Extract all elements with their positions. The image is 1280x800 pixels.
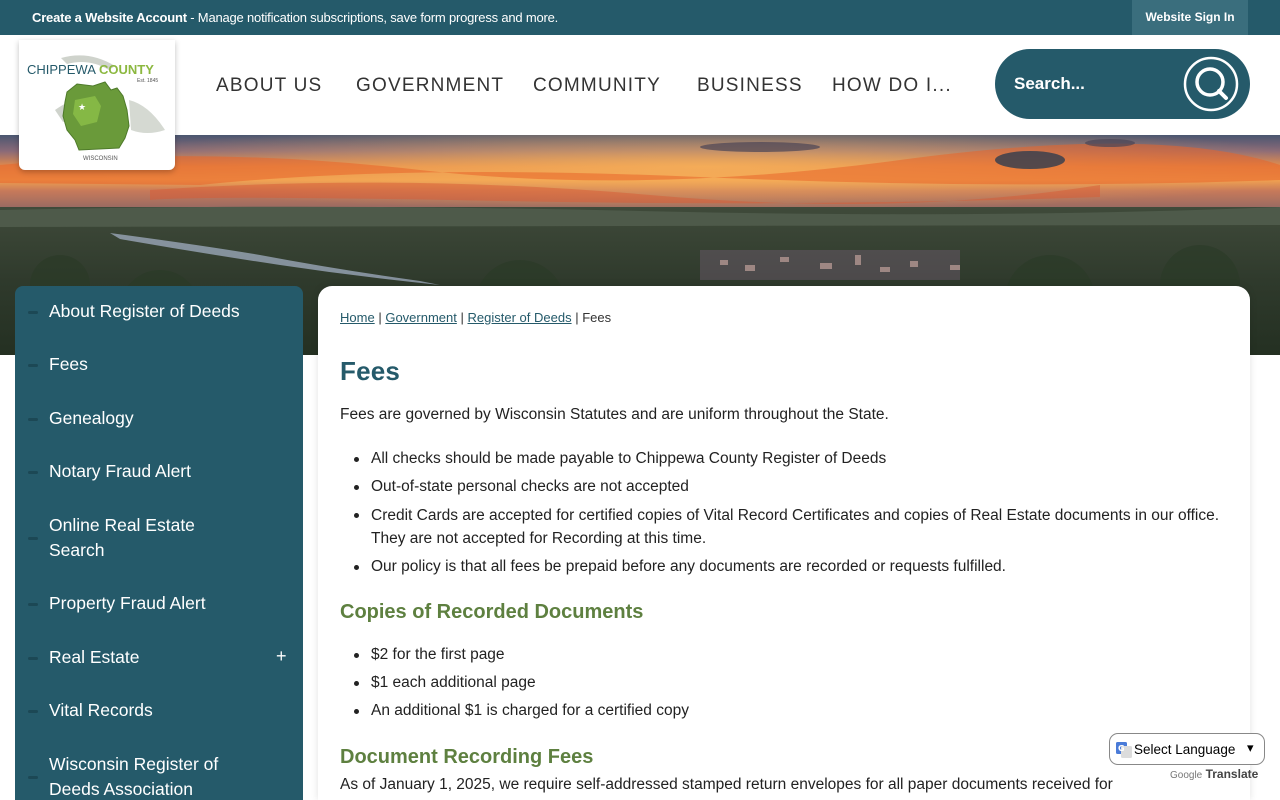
breadcrumb-government[interactable]: Government	[385, 310, 457, 325]
list-item: Credit Cards are accepted for certified …	[340, 504, 1230, 550]
svg-text:G: G	[1118, 744, 1125, 753]
wisconsin-map-logo: CHIPPEWA COUNTY Est. 1845 ★ WISCONSIN	[27, 55, 165, 162]
breadcrumb-separator: |	[378, 310, 382, 325]
sidebar-item-label: Wisconsin Register of Deeds Association	[49, 754, 219, 799]
expand-plus-icon[interactable]: +	[276, 647, 287, 665]
logo-state: WISCONSIN	[83, 156, 118, 162]
logo-name-left: CHIPPEWA	[27, 62, 96, 77]
intro-text: Fees are governed by Wisconsin Statutes …	[340, 406, 889, 423]
search-input[interactable]	[1014, 69, 1174, 99]
nav-government[interactable]: GOVERNMENT	[356, 75, 504, 96]
sidebar-bullet	[28, 418, 38, 421]
sidebar-nav: About Register of Deeds Fees Genealogy N…	[15, 286, 303, 800]
sidebar-bullet	[28, 657, 38, 660]
list-item: Our policy is that all fees be prepaid b…	[340, 556, 1230, 578]
breadcrumb-current: Fees	[582, 310, 612, 325]
sidebar-item-label: Vital Records	[49, 700, 153, 720]
sidebar-item-label: Notary Fraud Alert	[49, 461, 191, 481]
logo-name-right: COUNTY	[99, 62, 154, 77]
svg-text:★: ★	[78, 103, 86, 113]
sidebar-bullet	[28, 311, 38, 314]
chevron-down-icon: ▾	[1247, 740, 1254, 755]
top-bar: Create a Website Account - Manage notifi…	[0, 0, 1280, 35]
sidebar-item-label: Online Real Estate Search	[49, 515, 195, 560]
list-item: $2 for the first page	[340, 644, 1230, 666]
google-translate-icon: G	[1116, 742, 1132, 758]
recording-fees-heading: Document Recording Fees	[340, 746, 594, 768]
logo-established: Est. 1845	[137, 78, 158, 84]
google-logo-text: Google	[1170, 770, 1203, 781]
list-item: All checks should be made payable to Chi…	[340, 448, 1230, 470]
nav-how-do-i[interactable]: HOW DO I...	[832, 75, 952, 96]
breadcrumb-separator: |	[460, 310, 464, 325]
nav-community[interactable]: COMMUNITY	[533, 75, 661, 96]
search-icon	[1183, 56, 1239, 112]
sidebar-bullet	[28, 710, 38, 713]
create-account-desc: - Manage notification subscriptions, sav…	[186, 10, 559, 25]
sidebar-item-online-real-estate-search[interactable]: Online Real Estate Search	[15, 513, 303, 565]
nav-about-us[interactable]: ABOUT US	[216, 75, 322, 96]
sidebar-item-label: Genealogy	[49, 408, 134, 428]
copies-fee-list: $2 for the first page $1 each additional…	[340, 644, 1230, 722]
sidebar-item-label: Property Fraud Alert	[49, 593, 206, 613]
sidebar-bullet	[28, 776, 38, 779]
search-button[interactable]	[1181, 54, 1241, 114]
sidebar-item-label: Fees	[49, 354, 88, 374]
page-title: Fees	[340, 356, 401, 386]
sidebar-item-wisconsin-register-of-deeds-association[interactable]: Wisconsin Register of Deeds Association	[15, 752, 303, 800]
sidebar-item-label: Real Estate	[49, 647, 140, 667]
website-sign-in-button[interactable]: Website Sign In	[1132, 0, 1248, 35]
sidebar-bullet	[28, 471, 38, 474]
create-account-bold[interactable]: Create a Website Account	[32, 10, 187, 25]
sidebar-item-vital-records[interactable]: Vital Records	[15, 698, 303, 724]
list-item: An additional $1 is charged for a certif…	[340, 700, 1230, 722]
sidebar-item-fees[interactable]: Fees	[15, 352, 303, 378]
copies-heading: Copies of Recorded Documents	[340, 601, 644, 623]
sidebar-bullet	[28, 537, 38, 540]
language-select[interactable]: G Select Language ▾	[1109, 733, 1265, 765]
sidebar-bullet	[28, 364, 38, 367]
powered-by-google-translate[interactable]: Google Translate	[1170, 767, 1258, 781]
breadcrumb-home[interactable]: Home	[340, 310, 375, 325]
create-account-link[interactable]: Create a Website Account - Manage notifi…	[32, 10, 558, 25]
sidebar-item-genealogy[interactable]: Genealogy	[15, 406, 303, 432]
nav-business[interactable]: BUSINESS	[697, 75, 803, 96]
fee-policy-list: All checks should be made payable to Chi…	[340, 448, 1230, 578]
breadcrumb-separator: |	[575, 310, 579, 325]
county-logo[interactable]: CHIPPEWA COUNTY Est. 1845 ★ WISCONSIN	[19, 40, 175, 170]
breadcrumb: Home | Government | Register of Deeds | …	[340, 310, 611, 325]
list-item: Out-of-state personal checks are not acc…	[340, 476, 1230, 498]
list-item: $1 each additional page	[340, 672, 1230, 694]
language-select-label: Select Language	[1134, 742, 1236, 757]
main-content: Home | Government | Register of Deeds | …	[318, 286, 1250, 800]
translate-link: Translate	[1205, 767, 1259, 781]
breadcrumb-register-of-deeds[interactable]: Register of Deeds	[468, 310, 572, 325]
sidebar-item-about-register-of-deeds[interactable]: About Register of Deeds	[15, 299, 303, 325]
search-box	[995, 49, 1250, 119]
recording-fees-paragraph: As of January 1, 2025, we require self-a…	[340, 776, 1113, 793]
sidebar-item-real-estate[interactable]: Real Estate +	[15, 645, 303, 671]
sidebar-item-property-fraud-alert[interactable]: Property Fraud Alert	[15, 591, 303, 617]
sidebar-bullet	[28, 603, 38, 606]
sidebar-item-label: About Register of Deeds	[49, 301, 240, 321]
sidebar-item-notary-fraud-alert[interactable]: Notary Fraud Alert	[15, 459, 303, 485]
